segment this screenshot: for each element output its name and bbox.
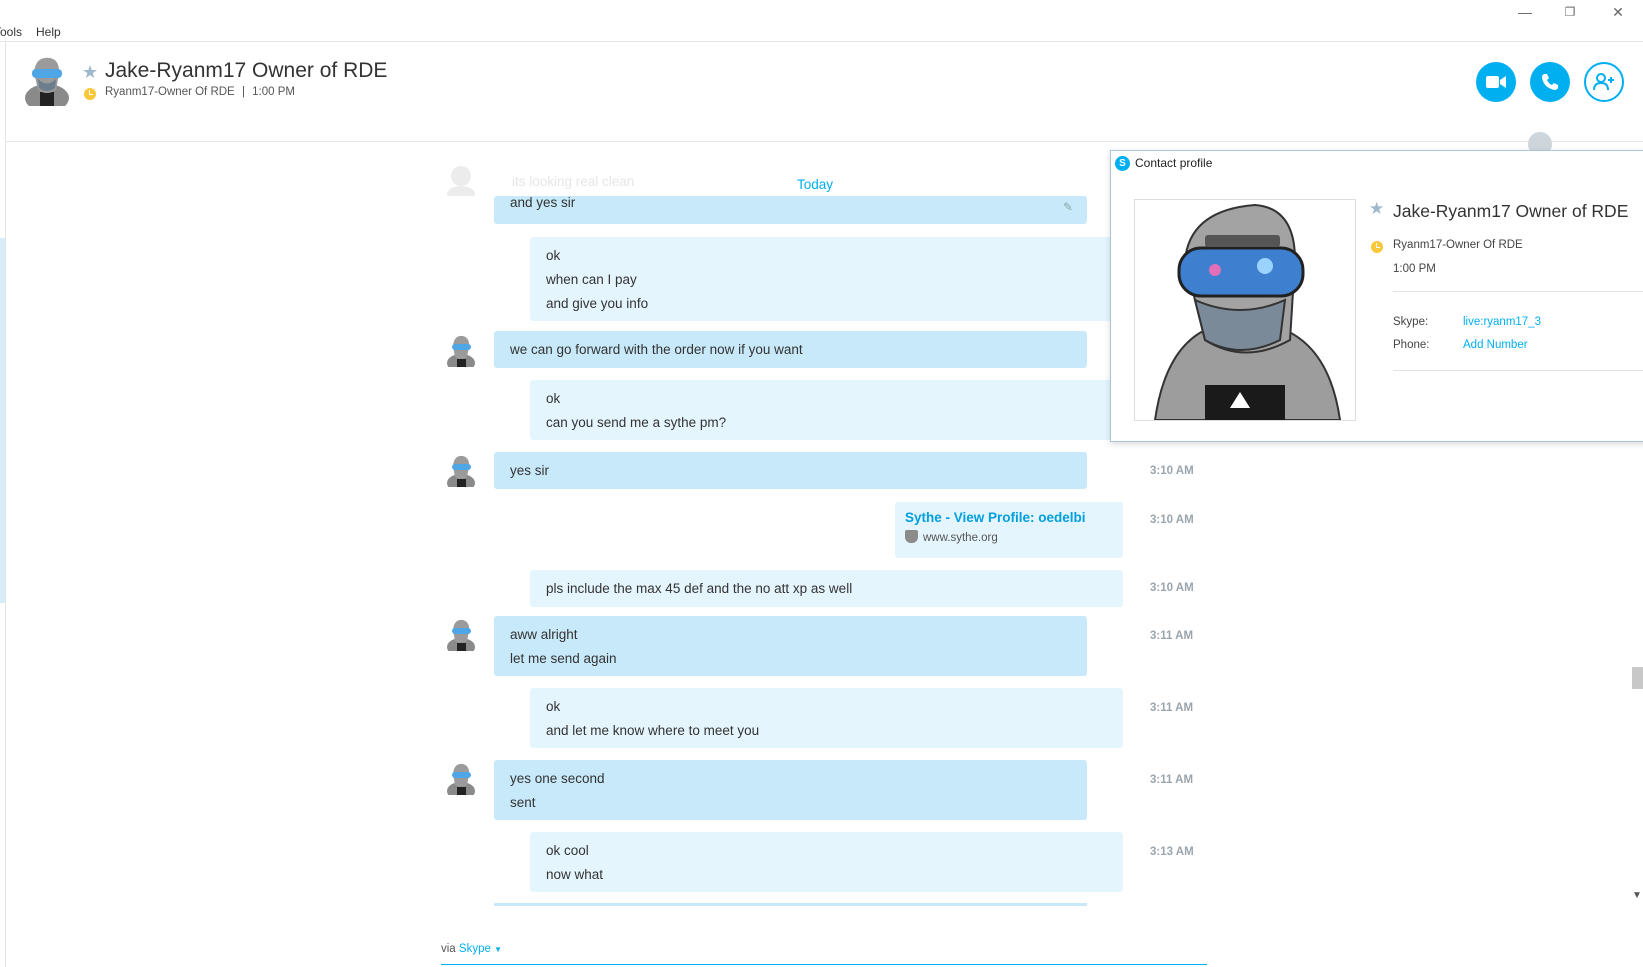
message-timestamp: 3:13 AM [1150, 846, 1194, 858]
message-timestamp: 3:11 AM [1150, 702, 1194, 714]
profile-local-time: 1:00 PM [1393, 263, 1436, 275]
sender-avatar[interactable] [444, 453, 478, 492]
video-camera-icon [1486, 76, 1506, 88]
message-timestamp: 3:10 AM [1150, 465, 1194, 477]
sender-avatar[interactable] [444, 761, 478, 800]
profile-title: Contact profile [1135, 156, 1213, 170]
away-status-icon [84, 88, 96, 100]
menu-help[interactable]: Help [36, 25, 61, 39]
skype-logo-icon: S [1115, 156, 1130, 171]
message-bubble[interactable]: yes one second sent [494, 760, 1087, 820]
conversation-header: ★ Jake-Ryanm17 Owner of RDE Ryanm17-Owne… [6, 42, 1643, 142]
message-bubble[interactable]: aww alright let me send again [494, 616, 1087, 676]
message-bubble[interactable]: ok when can I pay and give you info [530, 237, 1123, 321]
message-line: and let me know where to meet you [546, 723, 760, 738]
faded-message-text: its looking real clean [512, 174, 635, 189]
message-line: aww alright [510, 627, 578, 642]
faded-avatar [444, 162, 478, 202]
add-person-icon [1593, 73, 1614, 91]
message-timestamp: 3:11 AM [1150, 630, 1194, 642]
skype-label: Skype: [1393, 316, 1429, 328]
message-timestamp: 3:10 AM [1150, 514, 1194, 526]
message-line: ok [546, 699, 561, 714]
message-line: pls include the max 45 def and the no at… [546, 581, 853, 596]
subtitle-separator: | [241, 86, 245, 98]
message-bubble[interactable]: and yes sir [494, 196, 1087, 224]
left-panel-highlight [0, 238, 5, 603]
composer-via-bar: via Skype ▼ [441, 943, 1207, 965]
profile-picture [1134, 199, 1356, 421]
menu-bar: Tools Help — ❐ ✕ [0, 0, 1643, 42]
add-contact-button[interactable] [1584, 62, 1624, 102]
contact-subtitle: Ryanm17-Owner Of RDE | 1:00 PM [105, 86, 295, 98]
link-url[interactable]: www.sythe.org [923, 532, 998, 544]
profile-titlebar: S Contact profile [1111, 151, 1643, 177]
phone-icon [1542, 74, 1558, 90]
contact-local-time: 1:00 PM [252, 86, 295, 98]
audio-call-button[interactable] [1530, 62, 1570, 102]
profile-away-status-icon [1371, 241, 1383, 253]
message-line: ok [546, 391, 561, 406]
close-icon[interactable]: ✕ [1608, 3, 1628, 21]
sender-avatar[interactable] [444, 333, 478, 372]
favorite-star-icon[interactable]: ★ [82, 62, 98, 83]
message-line: yes sir [510, 463, 550, 478]
message-line: now what [546, 867, 604, 882]
message-line: ok [546, 248, 561, 263]
message-bubble[interactable]: pls include the max 45 def and the no at… [530, 570, 1123, 607]
contact-avatar[interactable] [20, 52, 74, 106]
minimize-icon[interactable]: — [1515, 3, 1535, 21]
add-number-link[interactable]: Add Number [1463, 339, 1528, 351]
contact-profile-panel: S Contact profile ★ Jake-Ryanm17 Owner o… [1110, 150, 1643, 442]
date-divider: Today [797, 177, 834, 192]
message-line: and yes sir [510, 196, 576, 210]
edit-pencil-icon[interactable]: ✎ [1063, 200, 1073, 214]
message-timestamp: 3:11 AM [1150, 774, 1194, 786]
message-bubble[interactable]: we can go forward with the order now if … [494, 331, 1087, 368]
next-message-edge [494, 903, 1087, 906]
skype-id-link[interactable]: live:ryanm17_3 [1463, 316, 1541, 328]
profile-divider [1393, 291, 1643, 292]
service-selector[interactable]: Skype ▼ [459, 943, 502, 955]
contact-mood: Ryanm17-Owner Of RDE [105, 86, 235, 98]
chevron-down-icon: ▼ [494, 945, 502, 954]
message-line: when can I pay [546, 272, 637, 287]
message-bubble[interactable]: ok can you send me a sythe pm? [530, 380, 1123, 440]
link-preview-bubble[interactable]: Sythe - View Profile: oedelbi www.sythe.… [895, 502, 1123, 558]
message-line: ok cool [546, 843, 589, 858]
phone-label: Phone: [1393, 339, 1430, 351]
restore-icon[interactable]: ❐ [1560, 3, 1580, 21]
via-label: via [441, 943, 456, 955]
message-bubble[interactable]: ok and let me know where to meet you [530, 688, 1123, 748]
contact-name: Jake-Ryanm17 Owner of RDE [105, 59, 388, 82]
link-title[interactable]: Sythe - View Profile: oedelbi [905, 508, 1113, 528]
profile-favorite-star-icon[interactable]: ★ [1369, 199, 1384, 219]
profile-name: Jake-Ryanm17 Owner of RDE [1393, 201, 1629, 221]
message-line: and give you info [546, 296, 649, 311]
profile-divider-bottom [1393, 370, 1643, 371]
message-timestamp: 3:10 AM [1150, 582, 1194, 594]
message-line: sent [510, 795, 536, 810]
message-line: yes one second [510, 771, 605, 786]
message-line: can you send me a sythe pm? [546, 415, 727, 430]
sender-avatar[interactable] [444, 617, 478, 656]
site-shield-icon [905, 530, 918, 543]
menu-tools[interactable]: Tools [0, 25, 22, 39]
profile-mood: Ryanm17-Owner Of RDE [1393, 239, 1523, 251]
message-line: let me send again [510, 651, 617, 666]
message-bubble[interactable]: yes sir [494, 452, 1087, 489]
video-call-button[interactable] [1476, 62, 1516, 102]
scroll-down-icon[interactable]: ▼ [1632, 890, 1642, 901]
chat-scrollbar-thumb[interactable] [1632, 667, 1643, 689]
message-line: we can go forward with the order now if … [510, 342, 803, 357]
message-bubble[interactable]: ok cool now what [530, 832, 1123, 892]
